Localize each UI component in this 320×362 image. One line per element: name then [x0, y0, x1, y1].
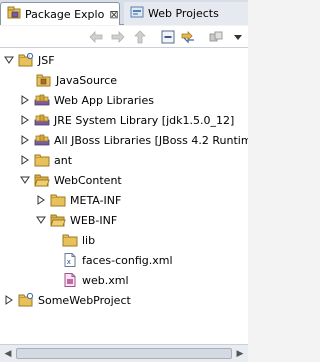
project-icon — [18, 293, 34, 307]
view-menu-icon[interactable] — [208, 29, 224, 45]
tab-web-projects[interactable]: Web Projects — [124, 2, 248, 25]
chevron-right-icon[interactable] — [20, 155, 30, 165]
tree-item-meta-inf[interactable]: META-INF — [36, 190, 121, 210]
tree-item-label: WebContent — [54, 173, 122, 187]
tree-item-label: faces-config.xml — [82, 253, 173, 267]
folder-icon — [62, 233, 78, 247]
tree-item-javasource[interactable]: JavaSource — [22, 70, 117, 90]
tree-item-label: lib — [82, 233, 96, 247]
tree-item-faces-config-xml[interactable]: x faces-config.xml — [62, 250, 173, 270]
chevron-right-icon[interactable] — [20, 115, 30, 125]
svg-text:x: x — [67, 258, 71, 266]
close-icon[interactable]: ⊠ — [109, 8, 118, 21]
back-icon[interactable] — [88, 29, 104, 45]
view-menu-dropdown-icon[interactable] — [230, 29, 246, 45]
tree-item-web-xml[interactable]: web.xml — [62, 270, 129, 290]
view-toolbar — [0, 26, 248, 48]
folder-icon — [50, 193, 66, 207]
view-tab-strip: Package Explo ⊠ Web Projects — [0, 0, 248, 25]
folder-open-icon — [34, 173, 50, 187]
tree-item-label: ant — [54, 153, 73, 167]
library-icon — [34, 93, 50, 107]
tree-item-somewebproject[interactable]: SomeWebProject — [4, 290, 131, 310]
link-editor-icon[interactable] — [180, 29, 196, 45]
tab-package-explorer[interactable]: Package Explo ⊠ — [0, 2, 120, 25]
tree-item-label: META-INF — [70, 193, 122, 207]
folder-open-icon — [50, 213, 66, 227]
collapse-all-icon[interactable] — [160, 29, 176, 45]
chevron-right-icon[interactable] — [4, 295, 14, 305]
tree-item-jre-system-library[interactable]: JRE System Library [jdk1.5.0_12] — [20, 110, 234, 130]
tree-item-web-inf[interactable]: WEB-INF — [36, 210, 117, 230]
tree-item-web-app-libraries[interactable]: Web App Libraries — [20, 90, 154, 110]
source-folder-icon — [36, 73, 52, 87]
tree-item-label: JavaSource — [56, 73, 118, 87]
tree-item-all-jboss-libraries[interactable]: All JBoss Libraries [JBoss 4.2 Runtime] — [20, 130, 248, 150]
chevron-right-icon[interactable] — [20, 95, 30, 105]
package-explorer-tree: J JSF JavaSource Web App Libraries JRE S… — [0, 48, 248, 344]
tree-item-label: JRE System Library [jdk1.5.0_12] — [54, 113, 235, 127]
package-explorer-icon — [7, 6, 21, 23]
tree-item-label: WEB-INF — [70, 213, 118, 227]
tree-item-jsf[interactable]: J JSF — [4, 50, 55, 70]
svg-text:J: J — [28, 54, 30, 59]
library-icon — [34, 133, 50, 147]
chevron-right-icon[interactable] — [20, 135, 30, 145]
scrollbar-thumb[interactable] — [16, 348, 232, 359]
tree-item-label: SomeWebProject — [38, 293, 131, 307]
up-icon[interactable] — [132, 29, 148, 45]
tree-item-label: All JBoss Libraries [JBoss 4.2 Runtime] — [54, 133, 248, 147]
chevron-down-icon[interactable] — [4, 55, 14, 65]
scroll-right-icon[interactable]: ▶ — [233, 347, 247, 361]
chevron-right-icon[interactable] — [36, 195, 46, 205]
project-icon: J — [18, 53, 34, 67]
tree-item-lib[interactable]: lib — [62, 230, 95, 250]
chevron-down-icon[interactable] — [36, 215, 46, 225]
library-icon — [34, 113, 50, 127]
scroll-left-icon[interactable]: ◀ — [1, 347, 15, 361]
tree-item-label: web.xml — [82, 273, 129, 287]
web-projects-icon — [130, 5, 144, 22]
horizontal-scrollbar[interactable]: ◀ ▶ — [0, 344, 248, 362]
tree-item-webcontent[interactable]: WebContent — [20, 170, 122, 190]
folder-icon — [34, 153, 50, 167]
tab-package-explorer-label: Package Explo — [25, 7, 105, 21]
tree-item-label: JSF — [38, 53, 55, 67]
chevron-down-icon[interactable] — [20, 175, 30, 185]
tab-web-projects-label: Web Projects — [148, 7, 219, 20]
tree-item-ant[interactable]: ant — [20, 150, 72, 170]
forward-icon[interactable] — [110, 29, 126, 45]
web-xml-icon — [62, 273, 78, 287]
tree-item-label: Web App Libraries — [54, 93, 154, 107]
xml-file-icon: x — [62, 253, 78, 267]
